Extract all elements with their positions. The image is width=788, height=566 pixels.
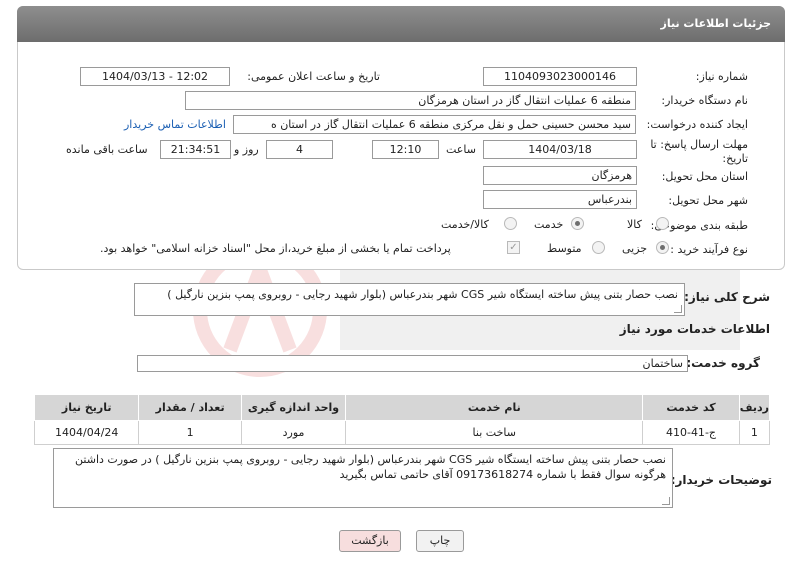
announce-datetime-field: 1404/03/13 - 12:02	[80, 67, 230, 86]
cell-service-code: ج-41-410	[642, 420, 740, 445]
col-need-date: تاریخ نیاز	[33, 394, 140, 421]
service-group-label: گروه خدمت:	[686, 356, 760, 370]
remaining-time-field: 21:34:51	[160, 140, 231, 159]
services-section-title: اطلاعات خدمات مورد نیاز	[619, 322, 770, 336]
process-medium-radio[interactable]	[592, 241, 605, 254]
city-field: بندرعباس	[483, 190, 637, 209]
province-label: استان محل تحویل:	[661, 170, 748, 183]
summary-text: نصب حصار بتنی پیش ساخته ایستگاه شیر CGS …	[167, 288, 678, 301]
panel-header: جزئیات اطلاعات نیاز	[17, 6, 785, 42]
announce-label: تاریخ و ساعت اعلان عمومی:	[247, 70, 380, 83]
deadline-time-field: 12:10	[372, 140, 439, 159]
cell-quantity: 1	[138, 420, 242, 445]
col-service-name: نام خدمت	[345, 394, 644, 421]
cell-unit: مورد	[240, 420, 347, 445]
need-number-field: 1104093023000146	[483, 67, 637, 86]
resize-handle[interactable]	[662, 497, 670, 505]
contact-info-link[interactable]: اطلاعات تماس خریدار	[124, 118, 226, 131]
requester-field: سید محسن حسینی حمل و نقل مرکزی منطقه 6 ع…	[233, 115, 636, 134]
back-button[interactable]: بازگشت	[339, 530, 401, 552]
summary-textarea: نصب حصار بتنی پیش ساخته ایستگاه شیر CGS …	[134, 283, 685, 316]
deadline-time-label: ساعت	[446, 143, 476, 156]
treasury-checkbox[interactable]: ✓	[507, 241, 520, 254]
cell-need-date: 1404/04/24	[33, 420, 140, 445]
payment-note: پرداخت تمام یا بخشی از مبلغ خرید،از محل …	[100, 242, 451, 255]
resize-handle[interactable]	[674, 305, 682, 313]
buyer-notes-label: توضیحات خریدار:	[670, 473, 772, 487]
buyer-org-label: نام دستگاه خریدار:	[661, 94, 748, 107]
buyer-notes-textarea: نصب حصار بتنی پیش ساخته ایستگاه شیر CGS …	[53, 448, 673, 508]
process-minor-radio[interactable]	[656, 241, 669, 254]
col-unit: واحد اندازه گیری	[240, 394, 347, 421]
print-button[interactable]: چاپ	[416, 530, 464, 552]
summary-label: شرح کلی نیاز:	[684, 290, 770, 304]
city-label: شهر محل تحویل:	[668, 194, 748, 207]
category-service-radio[interactable]	[571, 217, 584, 230]
requester-label: ایجاد کننده درخواست:	[646, 118, 748, 131]
service-group-field: ساختمان	[137, 355, 688, 372]
remaining-time-label: ساعت باقی مانده	[66, 143, 148, 156]
process-minor-label: جزیی	[622, 242, 648, 255]
table-row[interactable]: 1 ج-41-410 ساخت بنا مورد 1 1404/04/24	[33, 420, 771, 445]
process-label: نوع فرآیند خرید :	[670, 243, 748, 256]
cell-row: 1	[738, 420, 771, 445]
category-goods-label: کالا	[627, 218, 642, 231]
col-quantity: تعداد / مقدار	[138, 394, 242, 421]
col-service-code: کد خدمت	[642, 394, 740, 421]
days-remaining-field: 4	[266, 140, 333, 159]
need-number-label: شماره نیاز:	[695, 70, 748, 83]
cell-service-name: ساخت بنا	[345, 420, 644, 445]
days-label: روز و	[234, 143, 259, 156]
buyer-notes-text: نصب حصار بتنی پیش ساخته ایستگاه شیر CGS …	[75, 453, 666, 481]
deadline-label: مهلت ارسال پاسخ: تا تاریخ:	[650, 138, 748, 165]
deadline-date-field: 1404/03/18	[483, 140, 637, 159]
table-header-row: ردیف کد خدمت نام خدمت واحد اندازه گیری ت…	[33, 394, 771, 421]
category-goods-service-radio[interactable]	[504, 217, 517, 230]
category-service-label: خدمت	[534, 218, 564, 231]
province-field: هرمزگان	[483, 166, 637, 185]
category-goods-radio[interactable]	[656, 217, 669, 230]
services-table: ردیف کد خدمت نام خدمت واحد اندازه گیری ت…	[33, 394, 771, 445]
category-goods-service-label: کالا/خدمت	[441, 218, 489, 231]
page-title: جزئیات اطلاعات نیاز	[660, 17, 772, 30]
process-medium-label: متوسط	[547, 242, 582, 255]
buyer-org-field: منطقه 6 عملیات انتقال گاز در استان هرمزگ…	[185, 91, 636, 110]
col-row: ردیف	[738, 394, 771, 421]
